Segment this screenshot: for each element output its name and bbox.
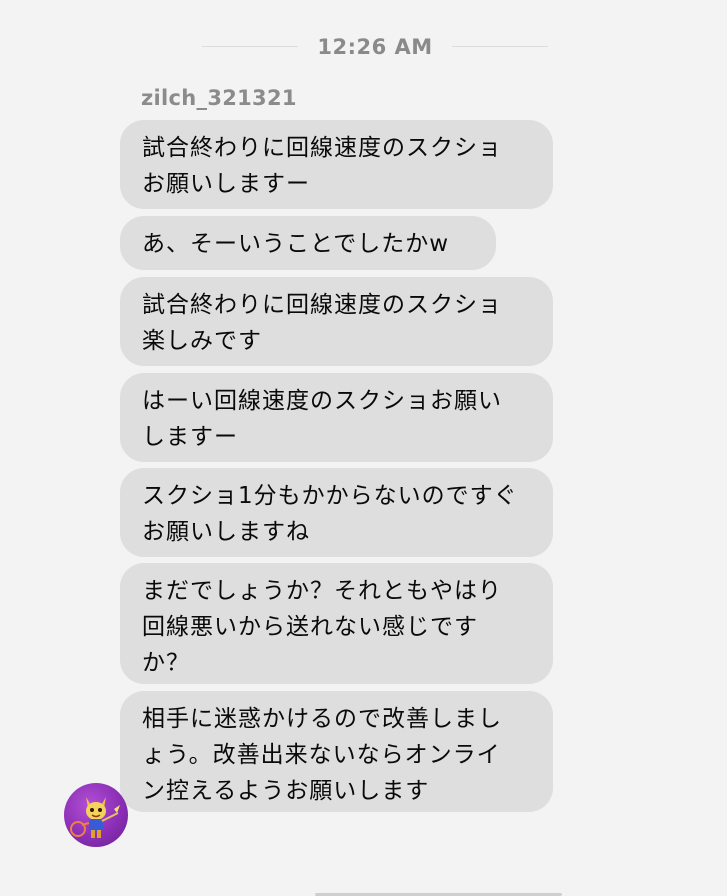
divider-line-right (452, 46, 548, 47)
timestamp: 12:26 AM (317, 35, 433, 59)
avatar-icon (70, 797, 120, 838)
avatar[interactable] (64, 783, 128, 847)
message-bubble[interactable]: まだでしょうか？それともやはり 回線悪いから送れない感じです か？ (120, 563, 553, 684)
timestamp-divider: 12:26 AM (0, 33, 727, 61)
message-bubble[interactable]: 相手に迷惑かけるので改善しまし ょう。改善出来ないならオンライ ン控えるようお願… (120, 691, 553, 812)
divider-line-left (202, 46, 298, 47)
message-bubble[interactable]: スクショ1分もかからないのですぐ お願いしますね (120, 468, 553, 557)
message-bubble[interactable]: あ、そーいうことでしたかw (120, 216, 496, 270)
chat-thread: 12:26 AM zilch_321321 試合終わりに回線速度のスクショ お願… (0, 0, 727, 896)
message-bubble[interactable]: はーい回線速度のスクショお願い しますー (120, 373, 553, 462)
message-bubble[interactable]: 試合終わりに回線速度のスクショ お願いしますー (120, 120, 553, 209)
message-bubble[interactable]: 試合終わりに回線速度のスクショ 楽しみです (120, 277, 553, 366)
sender-username[interactable]: zilch_321321 (141, 84, 297, 112)
